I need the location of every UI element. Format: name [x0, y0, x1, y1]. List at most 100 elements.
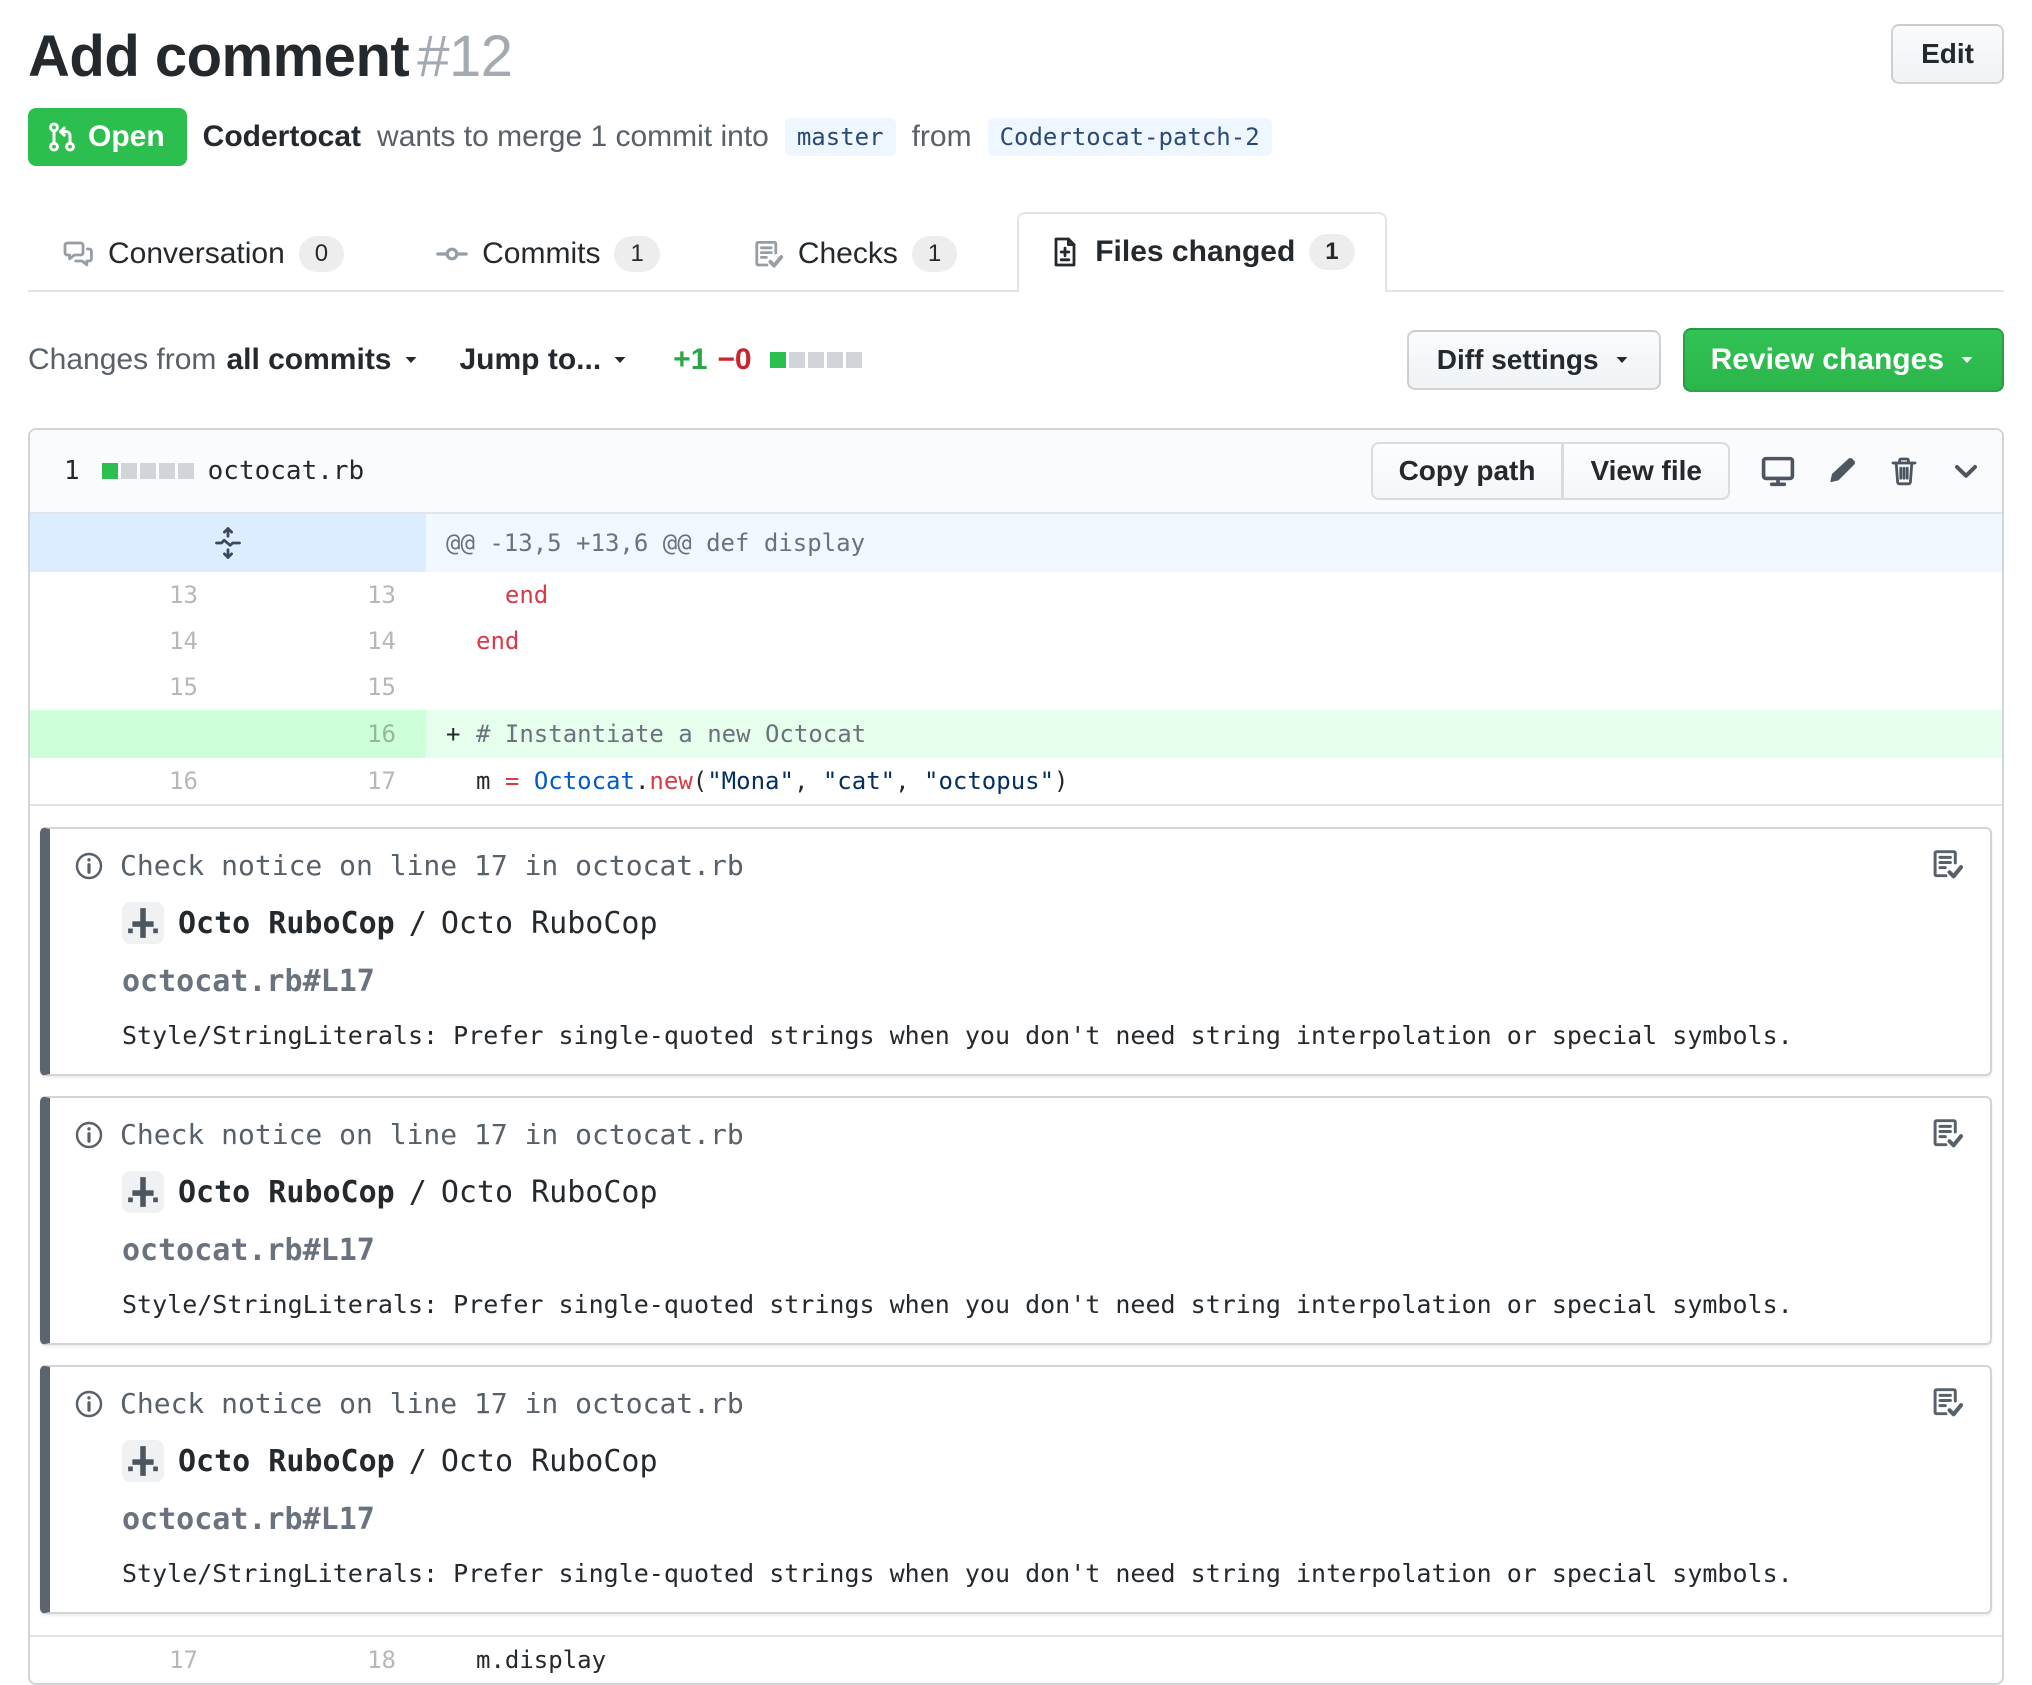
info-icon — [74, 1120, 104, 1150]
jump-to-label: Jump to... — [459, 343, 602, 376]
jump-to-dropdown[interactable]: Jump to... — [460, 343, 630, 377]
info-icon — [74, 851, 104, 881]
code-line: end — [476, 581, 548, 609]
new-line-number[interactable]: 15 — [228, 664, 426, 710]
tab-counter: 0 — [298, 236, 345, 272]
diffstat-neutral-square — [845, 352, 862, 368]
caret-down-icon — [1613, 351, 1631, 369]
pr-header: Add comment #12 Edit — [28, 24, 2004, 90]
code-token: , — [793, 767, 823, 795]
copy-path-button[interactable]: Copy path — [1370, 442, 1564, 500]
old-line-number[interactable]: 16 — [30, 758, 228, 804]
diff-line-row: 15 15 — [30, 664, 2002, 710]
tab-label: Files changed — [1095, 235, 1296, 268]
code-token: end — [476, 627, 520, 655]
annotation-message: Style/StringLiterals: Prefer single-quot… — [122, 1559, 1793, 1588]
code-token: ) — [1054, 767, 1069, 795]
rubocop-avatar[interactable] — [122, 1171, 164, 1213]
pr-state-label: Open — [88, 120, 165, 153]
tab-files-changed[interactable]: Files changed 1 — [1017, 212, 1387, 292]
file-changed-count: 1 — [64, 456, 80, 486]
new-line-number[interactable]: 13 — [228, 572, 426, 618]
annotation-app-name[interactable]: Octo RuboCop — [178, 1175, 395, 1210]
commit-icon — [436, 238, 468, 270]
annotation-file-link[interactable]: octocat.rb#L17 — [74, 964, 1964, 999]
tab-checks[interactable]: Checks 1 — [720, 214, 989, 292]
code-line: m = Octocat.new("Mona", "cat", "octopus"… — [476, 767, 1069, 795]
edit-file-icon[interactable] — [1826, 455, 1858, 487]
diffstat-neutral-square — [788, 352, 805, 368]
code-token: new — [649, 767, 693, 795]
comment-discussion-icon — [62, 238, 94, 270]
old-line-number[interactable]: 15 — [30, 664, 228, 710]
old-line-number[interactable] — [30, 710, 228, 758]
new-line-number[interactable]: 18 — [228, 1637, 426, 1683]
caret-down-icon — [1958, 351, 1976, 369]
new-line-number[interactable]: 14 — [228, 618, 426, 664]
review-changes-button[interactable]: Review changes — [1682, 328, 2004, 392]
tab-label: Conversation — [108, 237, 285, 270]
diff-hunk-row: @@ -13,5 +13,6 @@ def display — [30, 514, 2002, 572]
annotation-context: Octo RuboCop — [440, 905, 658, 941]
tab-label: Commits — [482, 237, 601, 270]
old-line-number[interactable]: 14 — [30, 618, 228, 664]
code-line: # Instantiate a new Octocat — [476, 720, 866, 748]
diff-code-cell: + # Instantiate a new Octocat — [426, 710, 2002, 758]
code-token: , — [895, 767, 924, 795]
delete-file-icon[interactable] — [1888, 455, 1920, 487]
annotation-title: Check notice on line 17 in octocat.rb — [120, 1387, 744, 1420]
annotation-title: Check notice on line 17 in octocat.rb — [120, 1118, 744, 1151]
tab-commits[interactable]: Commits 1 — [404, 214, 692, 292]
diff-settings-label: Diff settings — [1436, 344, 1599, 375]
chevron-down-icon[interactable] — [1950, 455, 1982, 487]
diffstat-neutral-square — [158, 463, 175, 479]
pr-title-text: Add comment — [28, 24, 410, 89]
diff-code-cell: m.display — [426, 1637, 2002, 1683]
diffstat-neutral-square — [177, 463, 194, 479]
base-branch-label[interactable]: master — [784, 118, 896, 156]
diff-toolbar: Changes from all commits Jump to... +1 −… — [28, 328, 2004, 392]
annotation-file-link[interactable]: octocat.rb#L17 — [74, 1502, 1964, 1537]
annotation-file-link[interactable]: octocat.rb#L17 — [74, 1233, 1964, 1268]
display-rich-diff-icon[interactable] — [1760, 453, 1796, 489]
tab-counter: 1 — [614, 236, 660, 272]
old-line-number[interactable]: 17 — [30, 1637, 228, 1683]
checks-icon[interactable] — [1930, 1385, 1964, 1419]
diff-table: @@ -13,5 +13,6 @@ def display 13 13 end … — [30, 514, 2002, 1683]
annotation-app-name[interactable]: Octo RuboCop — [178, 906, 395, 941]
pr-author[interactable]: Codertocat — [203, 120, 361, 154]
from-word: from — [911, 120, 972, 153]
diffstat-neutral-square — [120, 463, 137, 479]
page-title: Add comment #12 — [28, 24, 1824, 90]
file-header: 1 octocat.rb Copy path View file — [30, 430, 2002, 514]
diff-marker — [446, 1646, 476, 1674]
edit-button[interactable]: Edit — [1891, 24, 2004, 84]
unfold-icon — [211, 526, 245, 560]
checks-icon[interactable] — [1930, 847, 1964, 881]
expand-hunk-button[interactable] — [30, 514, 426, 572]
diff-marker — [446, 767, 476, 795]
git-pull-request-icon — [46, 121, 78, 153]
checks-icon[interactable] — [1930, 1116, 1964, 1150]
new-line-number[interactable]: 16 — [228, 710, 426, 758]
file-name[interactable]: octocat.rb — [208, 456, 365, 486]
diff-code-cell: end — [426, 572, 2002, 618]
rubocop-avatar[interactable] — [122, 902, 164, 944]
status-badge: Open — [28, 108, 187, 166]
new-line-number[interactable]: 17 — [228, 758, 426, 804]
head-branch-label[interactable]: Codertocat-patch-2 — [987, 118, 1272, 156]
diff-line-row: 13 13 end — [30, 572, 2002, 618]
diff-line-row: 17 18 m.display — [30, 1637, 2002, 1683]
changes-from-dropdown[interactable]: Changes from all commits — [28, 343, 420, 377]
annotation-app-name[interactable]: Octo RuboCop — [178, 1444, 395, 1479]
view-file-button[interactable]: View file — [1563, 442, 1730, 500]
annotation-title: Check notice on line 17 in octocat.rb — [120, 849, 744, 882]
annotation-message: Style/StringLiterals: Prefer single-quot… — [122, 1021, 1793, 1050]
code-token: Octocat — [533, 767, 635, 795]
rubocop-avatar[interactable] — [122, 1440, 164, 1482]
old-line-number[interactable]: 13 — [30, 572, 228, 618]
tab-conversation[interactable]: Conversation 0 — [30, 214, 376, 292]
annotation-app-row: Octo RuboCop / Octo RuboCop — [74, 1171, 1964, 1213]
diff-settings-button[interactable]: Diff settings — [1406, 330, 1661, 390]
